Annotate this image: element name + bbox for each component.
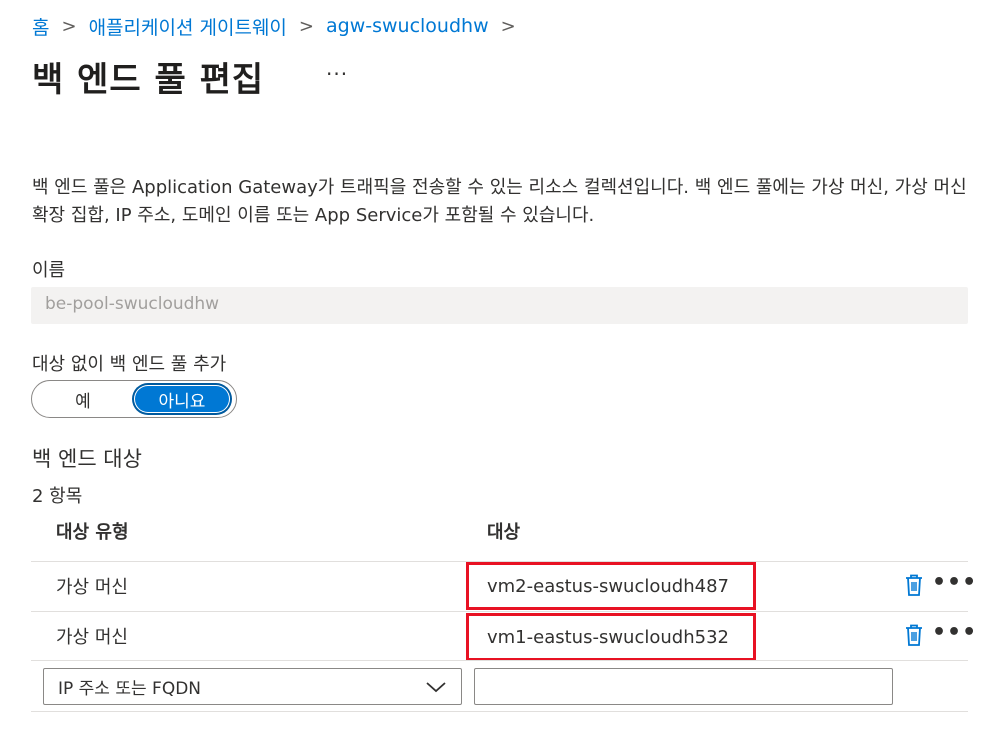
chevron-down-icon	[426, 681, 446, 692]
breadcrumb-separator: >	[500, 15, 516, 37]
row-2-target[interactable]: vm1-eastus-swucloudh532	[466, 613, 756, 661]
row-2-type: 가상 머신	[56, 627, 128, 648]
breadcrumb-app-gateways[interactable]: 애플리케이션 게이트웨이	[89, 13, 287, 40]
breadcrumb-gateway[interactable]: agw-swucloudhw	[326, 15, 489, 37]
row-divider	[31, 660, 968, 661]
row-divider	[31, 611, 968, 612]
target-input[interactable]	[474, 668, 893, 705]
target-type-select-value: IP 주소 또는 FQDN	[58, 679, 202, 699]
item-count: 2 항목	[32, 486, 83, 507]
row-1-target[interactable]: vm2-eastus-swucloudh487	[466, 562, 756, 610]
add-without-targets-toggle: 예 아니요	[31, 380, 237, 418]
trash-icon[interactable]	[904, 623, 924, 647]
row-1-type: 가상 머신	[56, 577, 128, 598]
toggle-option-no[interactable]: 아니요	[134, 385, 230, 413]
breadcrumb-home[interactable]: 홈	[32, 13, 49, 40]
row-2-more-button[interactable]: •••	[932, 620, 977, 645]
trash-icon[interactable]	[904, 573, 924, 597]
breadcrumb-separator: >	[61, 15, 77, 37]
column-header-target: 대상	[487, 522, 521, 543]
name-label: 이름	[32, 260, 66, 281]
breadcrumb-separator: >	[298, 15, 314, 37]
more-options-button[interactable]: ···	[326, 62, 348, 86]
backend-targets-title: 백 엔드 대상	[32, 447, 142, 471]
breadcrumb: 홈 > 애플리케이션 게이트웨이 > agw-swucloudhw >	[32, 12, 528, 40]
row-1-more-button[interactable]: •••	[932, 570, 977, 595]
page-title: 백 엔드 풀 편집	[32, 60, 265, 100]
toggle-option-yes[interactable]: 예	[32, 387, 134, 412]
add-without-targets-label: 대상 없이 백 엔드 풀 추가	[32, 354, 227, 375]
name-field: be-pool-swucloudhw	[31, 287, 968, 324]
page-description: 백 엔드 풀은 Application Gateway가 트래픽을 전송할 수 …	[32, 177, 967, 226]
target-type-select[interactable]: IP 주소 또는 FQDN	[43, 668, 462, 705]
row-divider	[31, 711, 968, 712]
column-header-target-type: 대상 유형	[56, 522, 129, 543]
